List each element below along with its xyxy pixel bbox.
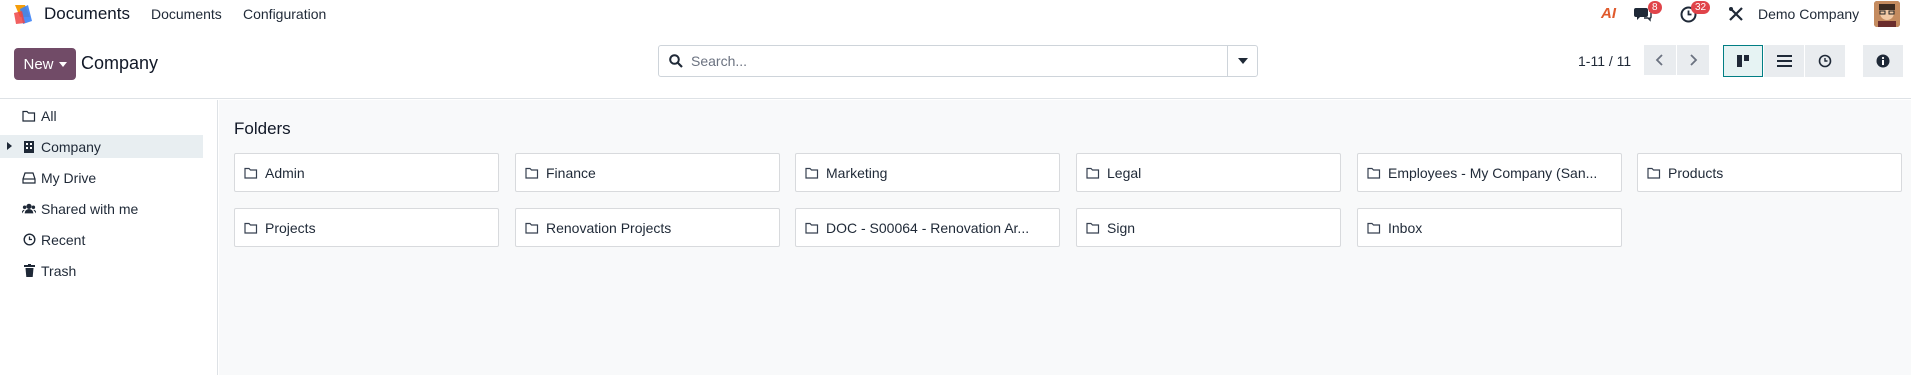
view-activity-button[interactable] [1805, 45, 1845, 77]
folder-name: Marketing [826, 164, 888, 181]
folder-card[interactable]: Marketing [795, 153, 1060, 192]
search-icon [669, 54, 683, 68]
kanban-main: Folders Admin Finance Marketing Legal Em… [219, 100, 1911, 375]
folder-name: Projects [265, 219, 316, 236]
folder-icon [244, 167, 258, 179]
chevron-right-icon [1690, 54, 1698, 66]
sidebar-item-label: Recent [41, 231, 86, 248]
search-input[interactable] [691, 53, 1211, 69]
sidebar-item-label: All [41, 107, 57, 124]
chevron-down-icon [1237, 58, 1248, 64]
folder-icon [22, 109, 36, 123]
folder-name: Legal [1107, 164, 1142, 181]
sidebar-item-my-drive[interactable]: My Drive [0, 166, 203, 189]
breadcrumb-current: Company [81, 53, 159, 73]
pager-value[interactable]: 1-11 / 11 [1578, 53, 1631, 69]
folder-card[interactable]: Admin [234, 153, 499, 192]
section-title: Folders [234, 119, 291, 138]
sidebar-item-trash[interactable]: Trash [0, 259, 203, 282]
search-bar [658, 45, 1258, 77]
menu-configuration[interactable]: Configuration [243, 6, 326, 22]
folder-card[interactable]: Legal [1076, 153, 1341, 192]
folder-name: DOC - S00064 - Renovation Ar... [826, 219, 1030, 236]
documents-app-logo[interactable] [12, 3, 34, 25]
company-switcher[interactable]: Demo Company [1758, 6, 1859, 22]
app-title[interactable]: Documents [44, 4, 130, 24]
folder-icon [525, 167, 539, 179]
folder-icon [1647, 167, 1661, 179]
folder-icon [1086, 167, 1100, 179]
new-button[interactable]: New [14, 48, 76, 80]
ai-icon[interactable]: AI [1601, 5, 1616, 22]
folder-card[interactable]: Projects [234, 208, 499, 247]
pager-previous-button[interactable] [1644, 45, 1676, 75]
sidebar-item-recent[interactable]: Recent [0, 228, 203, 251]
folder-card[interactable]: Sign [1076, 208, 1341, 247]
search-options-toggle[interactable] [1227, 46, 1257, 76]
sidebar-item-company[interactable]: Company [0, 135, 203, 158]
menu-documents[interactable]: Documents [151, 6, 222, 22]
drive-icon [22, 171, 36, 185]
chevron-down-icon [58, 61, 67, 67]
folder-icon [1367, 167, 1381, 179]
folder-icon [525, 222, 539, 234]
list-icon [1776, 55, 1792, 67]
control-panel: New Company 1-11 / 11 [0, 29, 1911, 99]
folder-icon [244, 222, 258, 234]
kanban-icon [1737, 55, 1749, 67]
folder-card[interactable]: Renovation Projects [515, 208, 780, 247]
trash-icon [22, 264, 36, 278]
folder-card[interactable]: DOC - S00064 - Renovation Ar... [795, 208, 1060, 247]
user-avatar[interactable] [1874, 1, 1900, 27]
folder-icon [1367, 222, 1381, 234]
folder-name: Finance [546, 164, 596, 181]
info-button[interactable] [1863, 45, 1903, 77]
top-navbar: Documents Documents Configuration AI 8 3… [0, 0, 1911, 29]
messages-count-badge: 8 [1648, 1, 1662, 14]
folder-name: Admin [265, 164, 305, 181]
users-icon [22, 202, 36, 216]
sidebar-item-label: Company [41, 138, 101, 155]
folder-icon [1086, 222, 1100, 234]
pager-next-button[interactable] [1677, 45, 1709, 75]
building-icon [22, 140, 36, 154]
folder-card[interactable]: Products [1637, 153, 1902, 192]
sidebar-item-label: Trash [41, 262, 77, 279]
folder-sidebar: All Company My Drive Shared with me Rece… [0, 100, 218, 375]
folder-icon [805, 222, 819, 234]
sidebar-item-label: Shared with me [41, 200, 139, 217]
folder-name: Products [1668, 164, 1724, 181]
sidebar-item-all[interactable]: All [0, 104, 203, 127]
new-button-label: New [23, 55, 54, 73]
clock-icon [1818, 54, 1832, 68]
view-list-button[interactable] [1764, 45, 1804, 77]
folder-card[interactable]: Finance [515, 153, 780, 192]
activities-count-badge: 32 [1691, 1, 1711, 14]
sidebar-item-shared-with-me[interactable]: Shared with me [0, 197, 203, 220]
chevron-left-icon [1655, 54, 1663, 66]
folder-name: Employees - My Company (San... [1388, 164, 1598, 181]
tools-icon[interactable] [1728, 6, 1744, 22]
folder-name: Inbox [1388, 219, 1423, 236]
view-kanban-button[interactable] [1723, 45, 1763, 77]
folder-name: Renovation Projects [546, 219, 672, 236]
folder-icon [805, 167, 819, 179]
folder-card[interactable]: Employees - My Company (San... [1357, 153, 1622, 192]
info-icon [1876, 54, 1890, 68]
sidebar-item-label: My Drive [41, 169, 97, 186]
clock-icon [22, 233, 36, 247]
folder-name: Sign [1107, 219, 1136, 236]
folder-card[interactable]: Inbox [1357, 208, 1622, 247]
expand-caret-icon[interactable] [7, 142, 12, 150]
